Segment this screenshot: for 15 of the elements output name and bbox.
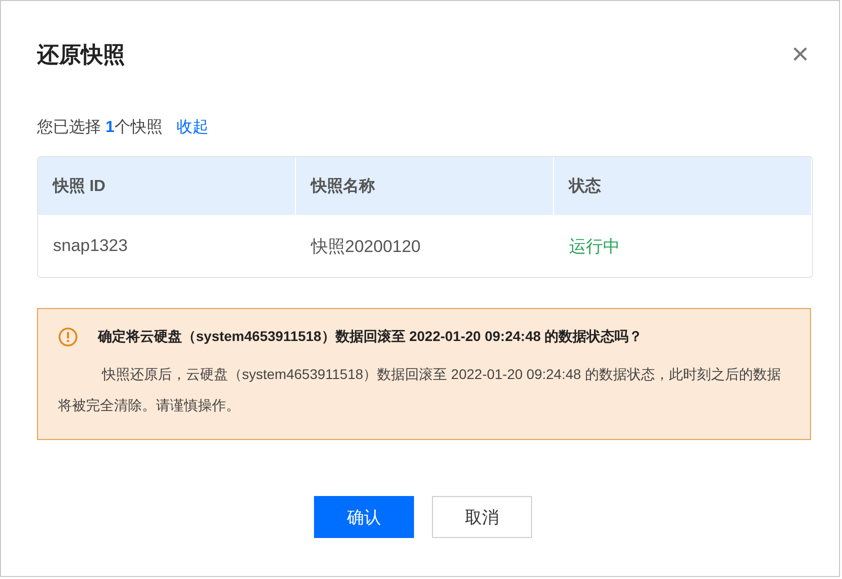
selection-count-text: 您已选择 1个快照 [37,118,162,138]
column-header: 状态 [554,157,812,215]
cancel-button[interactable]: 取消 [432,496,532,538]
warning-title: 确定将云硬盘（system4653911518）数据回滚至 2022-01-20 09:24:48 的数据状态吗？ [98,328,643,346]
dialog-title: 还原快照 [37,41,125,69]
confirm-button[interactable]: 确认 [314,496,414,538]
warning-icon [58,327,78,347]
column-header: 快照名称 [296,157,554,215]
table-cell-text: 快照20200120 [310,236,422,258]
close-button[interactable]: × [791,40,809,70]
status-cell-text: 运行中 [568,236,621,258]
table-cell-text: snap1323 [52,235,129,257]
collapse-link[interactable]: 收起 [176,117,208,138]
column-header: 快照 ID [38,157,296,215]
warning-text: 快照还原后，云硬盘（system4653911518）数据回滚至 2022-01-20 09:24:48 的数据状态，此时刻之后的数据将被完全清除。请谨慎操作。 [58,365,782,415]
